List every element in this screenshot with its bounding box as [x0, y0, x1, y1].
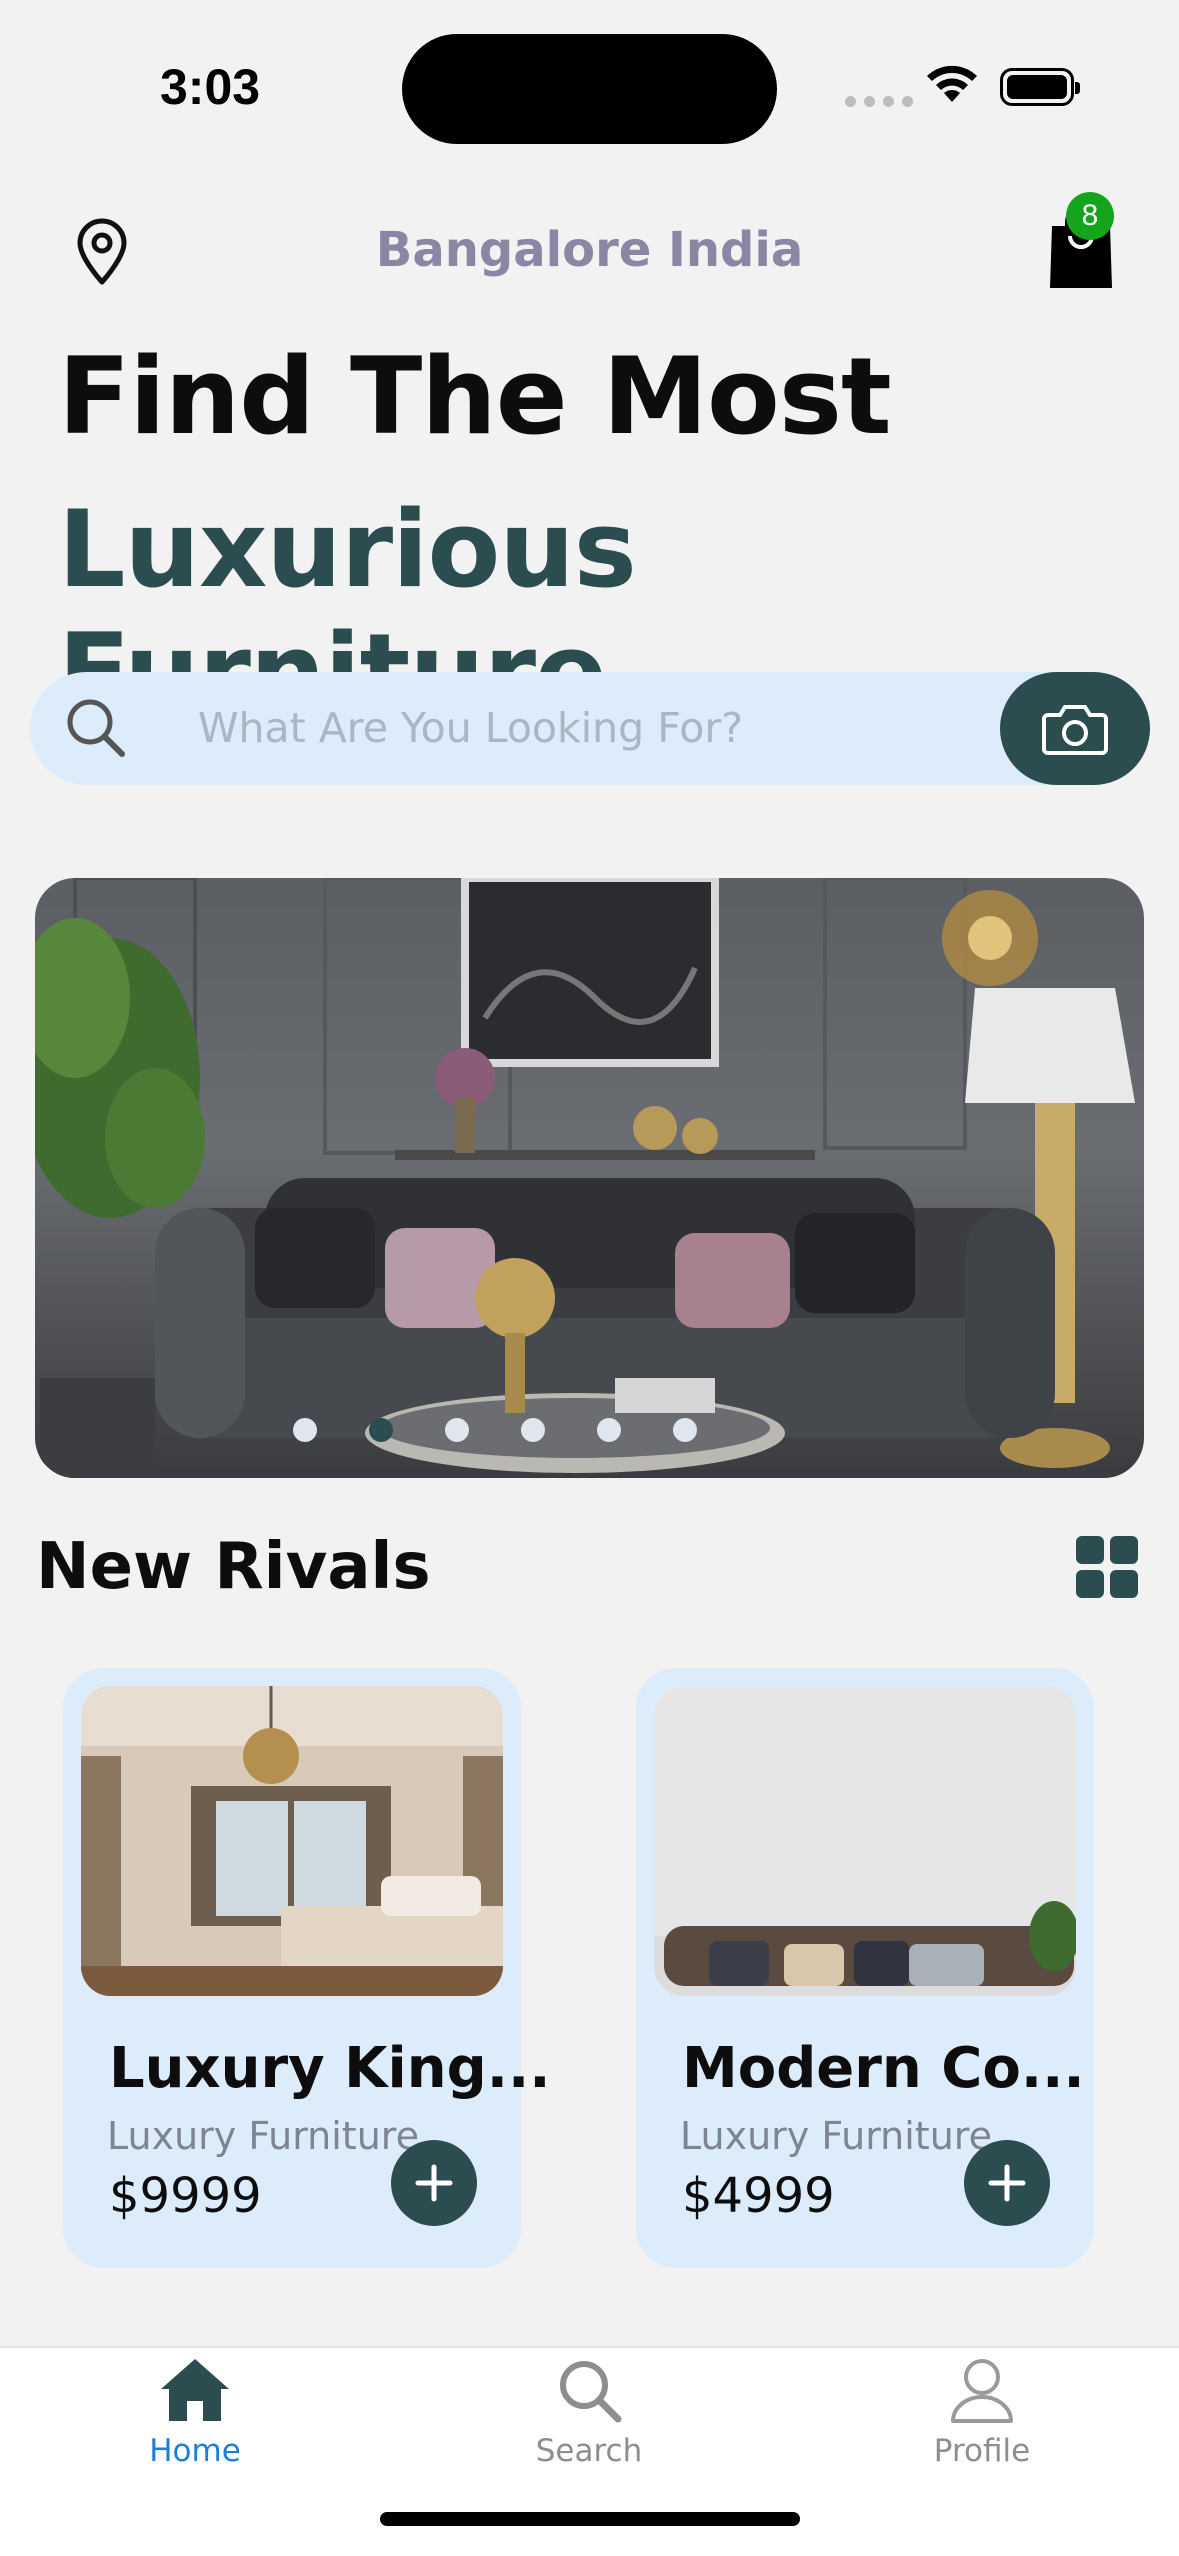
tab-profile-label: Profile: [933, 2433, 1031, 2469]
tab-search-label: Search: [535, 2433, 643, 2469]
search-icon: [560, 2361, 622, 2423]
living-room-illustration: [35, 878, 1135, 1478]
profile-icon: [951, 2359, 1013, 2423]
promo-banner-image[interactable]: [35, 878, 1144, 1478]
search-bar: [30, 672, 1148, 785]
product-category: Luxury Furniture: [680, 2114, 992, 2158]
camera-icon: [1042, 704, 1108, 755]
cellular-signal-icon: [845, 96, 913, 107]
search-input[interactable]: [198, 696, 978, 760]
tab-search[interactable]: Search: [489, 2355, 689, 2469]
home-indicator[interactable]: [380, 2512, 800, 2526]
battery-icon: [1000, 68, 1080, 106]
sofa-illustration: [654, 1686, 1076, 1996]
pagination-dot[interactable]: [444, 1418, 469, 1442]
cart-count-badge: 8: [1066, 192, 1114, 240]
product-name: Modern Co...: [682, 2036, 1085, 2101]
screen: 3:03 Bangalore India 8 Find The Most Lux…: [0, 0, 1179, 2556]
home-icon: [161, 2359, 229, 2421]
product-name: Luxury King...: [109, 2036, 551, 2101]
add-to-cart-button[interactable]: [391, 2140, 477, 2226]
product-image-bedroom[interactable]: [81, 1686, 503, 1996]
pagination-dot[interactable]: [520, 1418, 545, 1442]
pagination-dot[interactable]: [292, 1418, 317, 1442]
product-card[interactable]: Modern Co... Luxury Furniture $4999: [636, 1668, 1094, 2268]
add-to-cart-button[interactable]: [964, 2140, 1050, 2226]
tab-home-label: Home: [149, 2433, 241, 2469]
grid-view-icon[interactable]: [1074, 1534, 1140, 1600]
section-title: New Rivals: [36, 1530, 431, 1604]
product-price: $9999: [109, 2168, 262, 2224]
pagination-dot-active[interactable]: [368, 1418, 393, 1442]
plus-icon: [988, 2164, 1026, 2202]
plus-icon: [415, 2164, 453, 2202]
dynamic-island: [402, 34, 777, 144]
pagination-dot[interactable]: [672, 1418, 697, 1442]
status-time: 3:03: [160, 59, 261, 115]
product-card[interactable]: Luxury King... Luxury Furniture $9999: [63, 1668, 551, 2268]
search-icon[interactable]: [62, 694, 128, 760]
tab-home[interactable]: Home: [95, 2355, 295, 2469]
wifi-icon: [927, 65, 977, 102]
bedroom-illustration: [81, 1686, 503, 1996]
tab-profile[interactable]: Profile: [882, 2355, 1082, 2469]
product-image-sofa[interactable]: [654, 1686, 1076, 1996]
hero-title-line1: Find The Most: [58, 335, 892, 458]
product-category: Luxury Furniture: [107, 2114, 419, 2158]
banner-pagination[interactable]: [0, 1418, 1179, 1442]
location-label[interactable]: Bangalore India: [0, 222, 1179, 278]
camera-search-button[interactable]: [1000, 672, 1150, 785]
pagination-dot[interactable]: [596, 1418, 621, 1442]
product-price: $4999: [682, 2168, 835, 2224]
